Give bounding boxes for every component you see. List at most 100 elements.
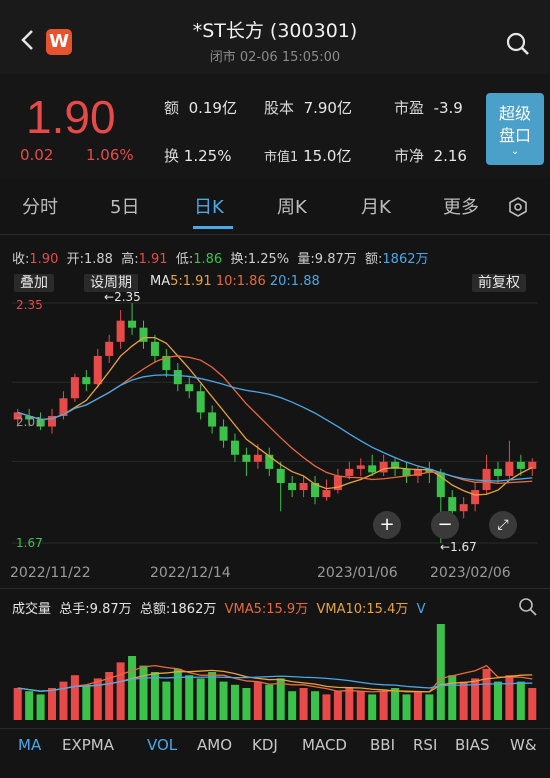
zoom-icon[interactable] <box>518 597 538 617</box>
volume-bar <box>493 681 502 720</box>
candle-body <box>230 440 239 455</box>
volume-bar <box>299 688 308 720</box>
volume-header: 成交量 总手:9.87万 总额:1862万 VMA5:15.9万 VMA10:1… <box>12 602 426 617</box>
price-change-pct: 1.06% <box>86 146 134 164</box>
volume-bar <box>82 684 91 720</box>
ohlc-row: 收:1.90 开:1.88 高:1.91 低:1.86 换:1.25% 量:9.… <box>12 252 429 267</box>
candle-body <box>93 355 102 385</box>
volume-bar <box>25 691 34 720</box>
candlestick-chart[interactable] <box>12 295 538 555</box>
volume-bar <box>322 694 331 720</box>
indicator-tab-bias[interactable]: BIAS <box>455 736 490 754</box>
date-label: 2022/12/14 <box>150 565 231 581</box>
candle-body <box>516 461 525 469</box>
volume-bar <box>208 672 217 720</box>
super-orderbook-button[interactable]: 超级 盘口 ⌄ <box>486 93 544 165</box>
volume-bar <box>425 694 434 720</box>
volume-bar <box>230 684 239 720</box>
indicator-tab-kdj[interactable]: KDJ <box>252 736 278 754</box>
candle-body <box>288 483 297 491</box>
indicator-tab-expma[interactable]: EXPMA <box>62 736 114 754</box>
candle-body <box>345 468 354 476</box>
adjust-price-button[interactable]: 前复权 <box>472 272 526 292</box>
zoom-in-button[interactable]: + <box>373 511 401 539</box>
overlay-button[interactable]: 叠加 <box>14 272 54 292</box>
tab-intraday[interactable]: 分时 <box>22 193 58 219</box>
indicator-tab-ma[interactable]: MA <box>18 736 41 754</box>
divider <box>0 728 550 729</box>
settings-icon[interactable] <box>507 196 529 218</box>
candle-body <box>276 468 285 483</box>
indicator-tab-rsi[interactable]: RSI <box>413 736 437 754</box>
zoom-out-button[interactable]: − <box>431 511 459 539</box>
volume-bar <box>70 675 79 720</box>
volume-bar <box>13 688 22 720</box>
volume-bar <box>505 675 514 720</box>
volume-bar <box>528 688 537 720</box>
quote-field: 市值1 15.0亿 <box>264 147 352 165</box>
volume-bar <box>128 656 137 720</box>
candle-body <box>105 341 114 356</box>
tab-weekly-k[interactable]: 周K <box>277 193 307 219</box>
date-label: 2022/11/22 <box>10 565 91 581</box>
candle-body <box>402 468 411 476</box>
current-price: 1.90 <box>26 91 116 143</box>
candle-body <box>368 465 377 473</box>
volume-bar <box>436 624 445 720</box>
candle-body <box>173 370 182 385</box>
candle-body <box>242 454 251 462</box>
indicator-tab-amo[interactable]: AMO <box>197 736 232 754</box>
volume-bar <box>139 665 148 720</box>
tab-5day[interactable]: 5日 <box>110 193 139 219</box>
indicator-tab-macd[interactable]: MACD <box>302 736 347 754</box>
volume-bar <box>242 688 251 720</box>
volume-bar <box>311 691 320 720</box>
tab-daily-k[interactable]: 日K <box>194 193 224 219</box>
volume-bar <box>219 681 228 720</box>
volume-bar <box>356 691 365 720</box>
candle-body <box>505 461 514 476</box>
super-btn-line2: 盘口 <box>498 126 531 145</box>
candle-body <box>253 454 262 462</box>
indicator-tab-vol[interactable]: VOL <box>147 736 177 754</box>
volume-bar <box>48 688 57 720</box>
stock-title: *ST长方 (300301) <box>192 20 358 42</box>
quote-field: 股本 7.90亿 <box>264 99 352 117</box>
volume-bar <box>516 681 525 720</box>
volume-bar <box>162 681 171 720</box>
tab-more[interactable]: 更多 <box>443 193 479 219</box>
active-tab-indicator <box>193 226 233 229</box>
candle-body <box>150 341 159 356</box>
price-axis-top: 2.35 <box>16 298 43 312</box>
low-annotation: ←1.67 <box>440 540 477 554</box>
volume-bar <box>173 668 182 720</box>
candle-body <box>219 426 228 441</box>
divider <box>0 588 550 589</box>
volume-bar <box>150 672 159 720</box>
search-icon[interactable] <box>504 30 532 58</box>
candle-body <box>299 483 308 491</box>
volume-bar <box>368 694 377 720</box>
market-status: 闭市 02-06 15:05:00 <box>209 50 341 65</box>
tab-monthly-k[interactable]: 月K <box>361 193 391 219</box>
volume-bar <box>333 691 342 720</box>
volume-bar <box>265 684 274 720</box>
indicator-tab-bbi[interactable]: BBI <box>370 736 395 754</box>
indicator-tab-wr[interactable]: W& <box>510 736 537 754</box>
quote-field: 市净 2.16 <box>394 147 467 165</box>
volume-bar <box>459 681 468 720</box>
volume-bar <box>36 694 45 720</box>
expand-icon[interactable]: ⤢ <box>489 511 517 539</box>
candle-body <box>459 504 468 512</box>
ma-legend: MA5:1.91 10:1.86 20:1.88 <box>150 274 320 289</box>
set-period-button[interactable]: 设周期 <box>84 272 138 292</box>
volume-bar <box>391 688 400 720</box>
volume-bar <box>448 675 457 720</box>
price-axis-mid: 2.01 <box>16 415 43 429</box>
quote-field: 换 1.25% <box>164 147 232 165</box>
candle-body <box>82 377 91 385</box>
candle-body <box>322 490 331 498</box>
high-annotation: ←2.35 <box>104 290 141 304</box>
volume-chart <box>13 624 537 720</box>
candle-body <box>356 465 365 469</box>
